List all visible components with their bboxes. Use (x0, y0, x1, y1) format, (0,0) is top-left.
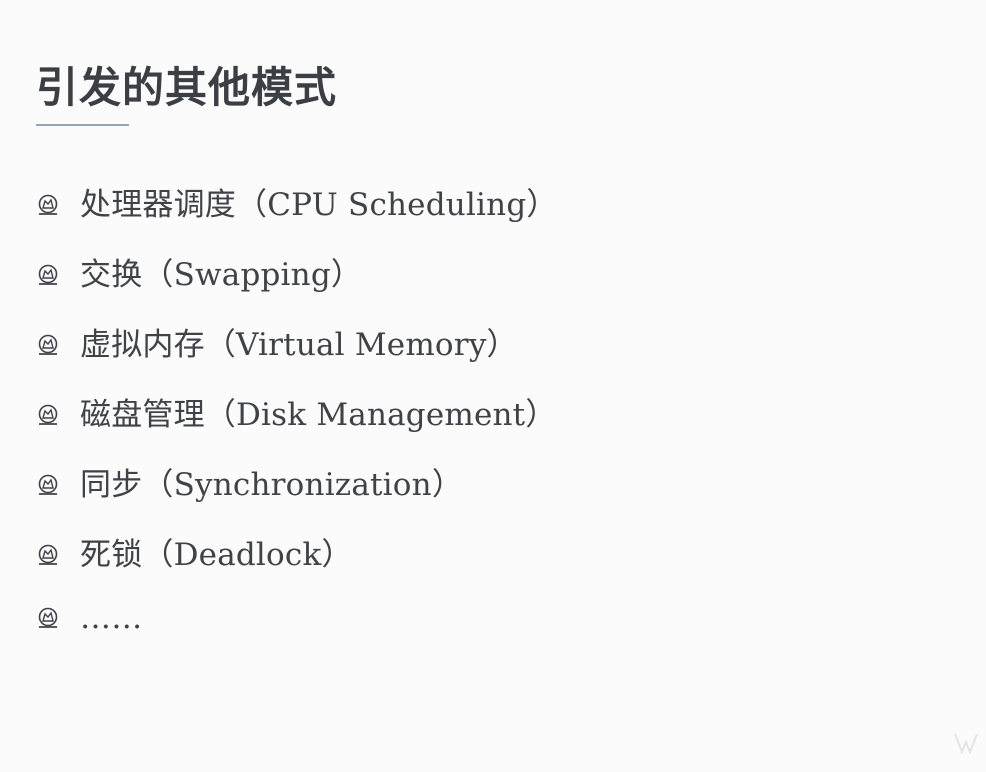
bullet-emblem-icon (38, 194, 58, 215)
bullet-list: 处理器调度（CPU Scheduling） 交换（Swapping） 虚拟内存（… (36, 170, 558, 646)
list-item: 死锁（Deadlock） (36, 520, 558, 590)
bullet-text: …… (80, 600, 143, 636)
slide-title: 引发的其他模式 (36, 63, 338, 112)
list-item: 同步（Synchronization） (36, 450, 558, 520)
bullet-emblem-icon (38, 404, 58, 425)
corner-watermark-icon (954, 733, 978, 755)
bullet-text: 磁盘管理（Disk Management） (80, 397, 557, 433)
list-item: 处理器调度（CPU Scheduling） (36, 170, 558, 240)
bullet-emblem-icon (38, 607, 58, 628)
bullet-text: 虚拟内存（Virtual Memory） (80, 327, 518, 363)
bullet-text: 交换（Swapping） (80, 257, 363, 293)
bullet-text: 死锁（Deadlock） (80, 537, 353, 573)
bullet-text: 同步（Synchronization） (80, 467, 464, 503)
slide: 引发的其他模式 处理器调度（CPU Scheduling） 交换（Swappin… (0, 0, 986, 772)
bullet-emblem-icon (38, 264, 58, 285)
list-item: …… (36, 590, 558, 646)
bullet-text: 处理器调度（CPU Scheduling） (80, 187, 558, 223)
list-item: 虚拟内存（Virtual Memory） (36, 310, 558, 380)
list-item: 磁盘管理（Disk Management） (36, 380, 558, 450)
bullet-emblem-icon (38, 474, 58, 495)
bullet-emblem-icon (38, 334, 58, 355)
list-item: 交换（Swapping） (36, 240, 558, 310)
title-underline (36, 124, 129, 126)
bullet-emblem-icon (38, 544, 58, 565)
